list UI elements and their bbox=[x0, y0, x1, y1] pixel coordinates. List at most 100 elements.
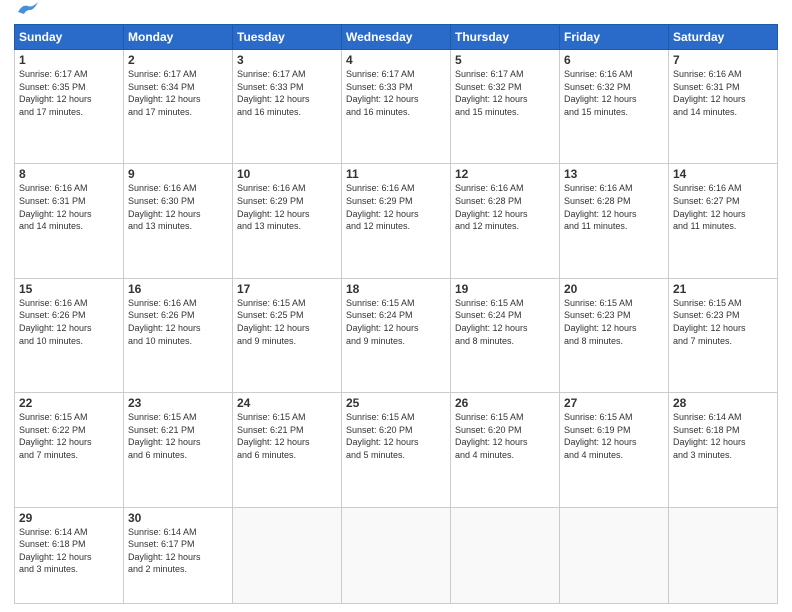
calendar-cell: 14Sunrise: 6:16 AM Sunset: 6:27 PM Dayli… bbox=[669, 164, 778, 278]
calendar-table: Sunday Monday Tuesday Wednesday Thursday… bbox=[14, 24, 778, 604]
col-monday: Monday bbox=[124, 25, 233, 50]
day-number: 6 bbox=[564, 53, 664, 67]
day-info: Sunrise: 6:14 AM Sunset: 6:18 PM Dayligh… bbox=[19, 526, 119, 576]
day-number: 3 bbox=[237, 53, 337, 67]
calendar-cell: 30Sunrise: 6:14 AM Sunset: 6:17 PM Dayli… bbox=[124, 507, 233, 603]
calendar-cell: 21Sunrise: 6:15 AM Sunset: 6:23 PM Dayli… bbox=[669, 278, 778, 392]
day-number: 14 bbox=[673, 167, 773, 181]
day-info: Sunrise: 6:15 AM Sunset: 6:22 PM Dayligh… bbox=[19, 411, 119, 461]
day-info: Sunrise: 6:14 AM Sunset: 6:17 PM Dayligh… bbox=[128, 526, 228, 576]
calendar-cell: 4Sunrise: 6:17 AM Sunset: 6:33 PM Daylig… bbox=[342, 50, 451, 164]
calendar-cell: 16Sunrise: 6:16 AM Sunset: 6:26 PM Dayli… bbox=[124, 278, 233, 392]
day-info: Sunrise: 6:16 AM Sunset: 6:27 PM Dayligh… bbox=[673, 182, 773, 232]
col-friday: Friday bbox=[560, 25, 669, 50]
calendar-cell: 26Sunrise: 6:15 AM Sunset: 6:20 PM Dayli… bbox=[451, 393, 560, 507]
calendar-cell bbox=[560, 507, 669, 603]
day-info: Sunrise: 6:15 AM Sunset: 6:21 PM Dayligh… bbox=[237, 411, 337, 461]
col-wednesday: Wednesday bbox=[342, 25, 451, 50]
day-number: 21 bbox=[673, 282, 773, 296]
col-tuesday: Tuesday bbox=[233, 25, 342, 50]
calendar-cell: 29Sunrise: 6:14 AM Sunset: 6:18 PM Dayli… bbox=[15, 507, 124, 603]
calendar-cell: 5Sunrise: 6:17 AM Sunset: 6:32 PM Daylig… bbox=[451, 50, 560, 164]
calendar-cell: 7Sunrise: 6:16 AM Sunset: 6:31 PM Daylig… bbox=[669, 50, 778, 164]
calendar-cell: 28Sunrise: 6:14 AM Sunset: 6:18 PM Dayli… bbox=[669, 393, 778, 507]
day-info: Sunrise: 6:14 AM Sunset: 6:18 PM Dayligh… bbox=[673, 411, 773, 461]
day-number: 22 bbox=[19, 396, 119, 410]
calendar-cell: 1Sunrise: 6:17 AM Sunset: 6:35 PM Daylig… bbox=[15, 50, 124, 164]
day-number: 30 bbox=[128, 511, 228, 525]
day-info: Sunrise: 6:17 AM Sunset: 6:33 PM Dayligh… bbox=[346, 68, 446, 118]
calendar-cell: 13Sunrise: 6:16 AM Sunset: 6:28 PM Dayli… bbox=[560, 164, 669, 278]
calendar-cell bbox=[342, 507, 451, 603]
day-info: Sunrise: 6:16 AM Sunset: 6:32 PM Dayligh… bbox=[564, 68, 664, 118]
day-number: 9 bbox=[128, 167, 228, 181]
day-number: 4 bbox=[346, 53, 446, 67]
day-info: Sunrise: 6:16 AM Sunset: 6:30 PM Dayligh… bbox=[128, 182, 228, 232]
calendar-cell bbox=[451, 507, 560, 603]
day-info: Sunrise: 6:15 AM Sunset: 6:20 PM Dayligh… bbox=[455, 411, 555, 461]
calendar-cell: 27Sunrise: 6:15 AM Sunset: 6:19 PM Dayli… bbox=[560, 393, 669, 507]
col-saturday: Saturday bbox=[669, 25, 778, 50]
day-number: 28 bbox=[673, 396, 773, 410]
day-number: 23 bbox=[128, 396, 228, 410]
day-info: Sunrise: 6:17 AM Sunset: 6:33 PM Dayligh… bbox=[237, 68, 337, 118]
day-number: 7 bbox=[673, 53, 773, 67]
day-info: Sunrise: 6:16 AM Sunset: 6:26 PM Dayligh… bbox=[19, 297, 119, 347]
calendar-cell: 19Sunrise: 6:15 AM Sunset: 6:24 PM Dayli… bbox=[451, 278, 560, 392]
calendar-header-row: Sunday Monday Tuesday Wednesday Thursday… bbox=[15, 25, 778, 50]
day-info: Sunrise: 6:16 AM Sunset: 6:29 PM Dayligh… bbox=[237, 182, 337, 232]
day-number: 25 bbox=[346, 396, 446, 410]
day-info: Sunrise: 6:16 AM Sunset: 6:26 PM Dayligh… bbox=[128, 297, 228, 347]
calendar-cell: 2Sunrise: 6:17 AM Sunset: 6:34 PM Daylig… bbox=[124, 50, 233, 164]
day-info: Sunrise: 6:16 AM Sunset: 6:31 PM Dayligh… bbox=[673, 68, 773, 118]
calendar-cell: 6Sunrise: 6:16 AM Sunset: 6:32 PM Daylig… bbox=[560, 50, 669, 164]
day-number: 13 bbox=[564, 167, 664, 181]
day-info: Sunrise: 6:15 AM Sunset: 6:24 PM Dayligh… bbox=[346, 297, 446, 347]
day-number: 19 bbox=[455, 282, 555, 296]
calendar-cell bbox=[233, 507, 342, 603]
col-sunday: Sunday bbox=[15, 25, 124, 50]
day-number: 10 bbox=[237, 167, 337, 181]
day-info: Sunrise: 6:15 AM Sunset: 6:19 PM Dayligh… bbox=[564, 411, 664, 461]
col-thursday: Thursday bbox=[451, 25, 560, 50]
day-info: Sunrise: 6:16 AM Sunset: 6:28 PM Dayligh… bbox=[564, 182, 664, 232]
day-info: Sunrise: 6:15 AM Sunset: 6:23 PM Dayligh… bbox=[564, 297, 664, 347]
calendar-cell: 3Sunrise: 6:17 AM Sunset: 6:33 PM Daylig… bbox=[233, 50, 342, 164]
header bbox=[14, 10, 778, 18]
day-info: Sunrise: 6:15 AM Sunset: 6:21 PM Dayligh… bbox=[128, 411, 228, 461]
day-number: 24 bbox=[237, 396, 337, 410]
calendar-cell: 15Sunrise: 6:16 AM Sunset: 6:26 PM Dayli… bbox=[15, 278, 124, 392]
calendar-cell: 10Sunrise: 6:16 AM Sunset: 6:29 PM Dayli… bbox=[233, 164, 342, 278]
day-number: 11 bbox=[346, 167, 446, 181]
logo-bird-icon bbox=[16, 2, 38, 18]
calendar-cell: 23Sunrise: 6:15 AM Sunset: 6:21 PM Dayli… bbox=[124, 393, 233, 507]
day-number: 12 bbox=[455, 167, 555, 181]
calendar-cell: 9Sunrise: 6:16 AM Sunset: 6:30 PM Daylig… bbox=[124, 164, 233, 278]
day-number: 18 bbox=[346, 282, 446, 296]
day-number: 27 bbox=[564, 396, 664, 410]
logo bbox=[14, 10, 38, 18]
day-info: Sunrise: 6:17 AM Sunset: 6:34 PM Dayligh… bbox=[128, 68, 228, 118]
day-number: 26 bbox=[455, 396, 555, 410]
day-number: 20 bbox=[564, 282, 664, 296]
day-number: 5 bbox=[455, 53, 555, 67]
calendar-cell: 20Sunrise: 6:15 AM Sunset: 6:23 PM Dayli… bbox=[560, 278, 669, 392]
calendar-cell: 25Sunrise: 6:15 AM Sunset: 6:20 PM Dayli… bbox=[342, 393, 451, 507]
day-info: Sunrise: 6:16 AM Sunset: 6:28 PM Dayligh… bbox=[455, 182, 555, 232]
day-number: 8 bbox=[19, 167, 119, 181]
calendar-cell: 18Sunrise: 6:15 AM Sunset: 6:24 PM Dayli… bbox=[342, 278, 451, 392]
day-info: Sunrise: 6:15 AM Sunset: 6:24 PM Dayligh… bbox=[455, 297, 555, 347]
day-info: Sunrise: 6:15 AM Sunset: 6:23 PM Dayligh… bbox=[673, 297, 773, 347]
calendar-cell: 17Sunrise: 6:15 AM Sunset: 6:25 PM Dayli… bbox=[233, 278, 342, 392]
day-number: 15 bbox=[19, 282, 119, 296]
calendar-cell: 11Sunrise: 6:16 AM Sunset: 6:29 PM Dayli… bbox=[342, 164, 451, 278]
day-info: Sunrise: 6:16 AM Sunset: 6:31 PM Dayligh… bbox=[19, 182, 119, 232]
calendar-cell bbox=[669, 507, 778, 603]
day-number: 17 bbox=[237, 282, 337, 296]
day-info: Sunrise: 6:15 AM Sunset: 6:25 PM Dayligh… bbox=[237, 297, 337, 347]
page: Sunday Monday Tuesday Wednesday Thursday… bbox=[0, 0, 792, 612]
day-number: 1 bbox=[19, 53, 119, 67]
day-number: 29 bbox=[19, 511, 119, 525]
calendar-cell: 24Sunrise: 6:15 AM Sunset: 6:21 PM Dayli… bbox=[233, 393, 342, 507]
day-info: Sunrise: 6:15 AM Sunset: 6:20 PM Dayligh… bbox=[346, 411, 446, 461]
